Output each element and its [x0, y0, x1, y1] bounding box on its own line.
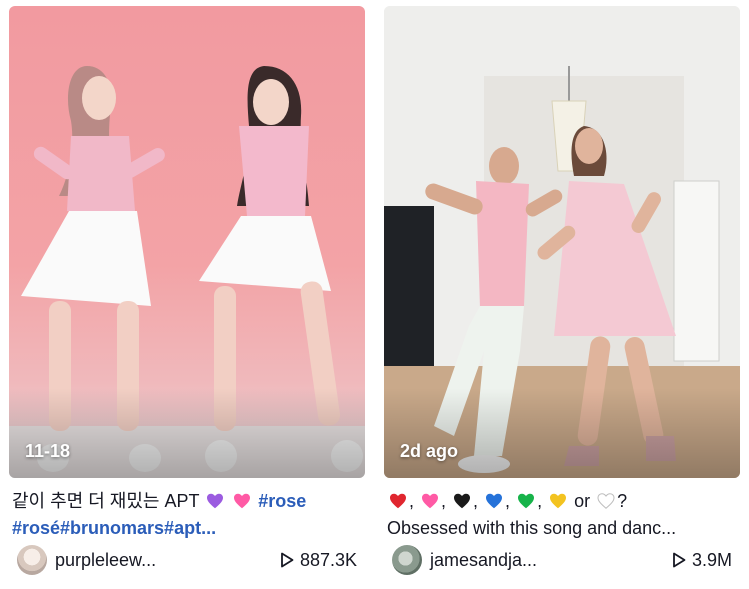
author-name[interactable]: jamesandja... — [430, 550, 672, 571]
purple-heart-icon — [207, 493, 224, 509]
caption-or: or — [574, 491, 591, 511]
hashtag-links[interactable]: #rosé#brunomars#apt... — [12, 515, 361, 542]
black-heart-icon — [454, 493, 471, 509]
video-card-2[interactable]: 2d ago , , , , , or ? Obsessed with this… — [384, 6, 740, 586]
thumbnail-gradient — [9, 388, 365, 478]
post-date: 2d ago — [400, 441, 459, 461]
yellow-heart-icon — [550, 493, 567, 509]
pink-heart-icon — [422, 493, 439, 509]
caption-text: 같이 추면 더 재밌는 APT — [12, 491, 200, 511]
video-card-1[interactable]: 11-18 같이 추면 더 재밌는 APT #rose #rosé#brunom… — [9, 6, 365, 586]
play-icon — [281, 552, 294, 568]
video-caption-1[interactable]: 같이 추면 더 재밌는 APT #rose #rosé#brunomars#ap… — [9, 488, 365, 542]
caption-line-2: Obsessed with this song and danc... — [387, 518, 677, 538]
thumbnail-gradient — [384, 388, 740, 478]
hashtag-link[interactable]: #rose — [258, 491, 306, 511]
video-meta-2: jamesandja... 3.9M — [384, 542, 740, 578]
caption-line-1: , , , , , or ? — [387, 488, 736, 515]
play-count-value: 3.9M — [691, 549, 732, 570]
play-count: 887.3K — [280, 550, 357, 571]
video-thumbnail-2[interactable]: 2d ago — [384, 6, 740, 478]
play-count-value: 887.3K — [299, 549, 357, 570]
author-avatar[interactable] — [392, 545, 422, 575]
video-caption-2[interactable]: , , , , , or ? Obsessed with this song a… — [384, 488, 740, 542]
blue-heart-icon — [486, 493, 503, 509]
author-avatar[interactable] — [17, 545, 47, 575]
author-name[interactable]: purpleleew... — [55, 550, 280, 571]
play-count: 3.9M — [672, 550, 732, 571]
play-icon — [673, 552, 686, 568]
video-meta-1: purpleleew... 887.3K — [9, 542, 365, 578]
caption-question: ? — [617, 491, 628, 511]
pink-heart-icon — [234, 493, 251, 509]
post-date: 11-18 — [25, 441, 71, 461]
green-heart-icon — [518, 493, 535, 509]
white-heart-icon — [597, 493, 615, 509]
red-heart-icon — [390, 493, 406, 509]
video-thumbnail-1[interactable]: 11-18 — [9, 6, 365, 478]
caption-line-1: 같이 추면 더 재밌는 APT #rose — [12, 488, 361, 515]
